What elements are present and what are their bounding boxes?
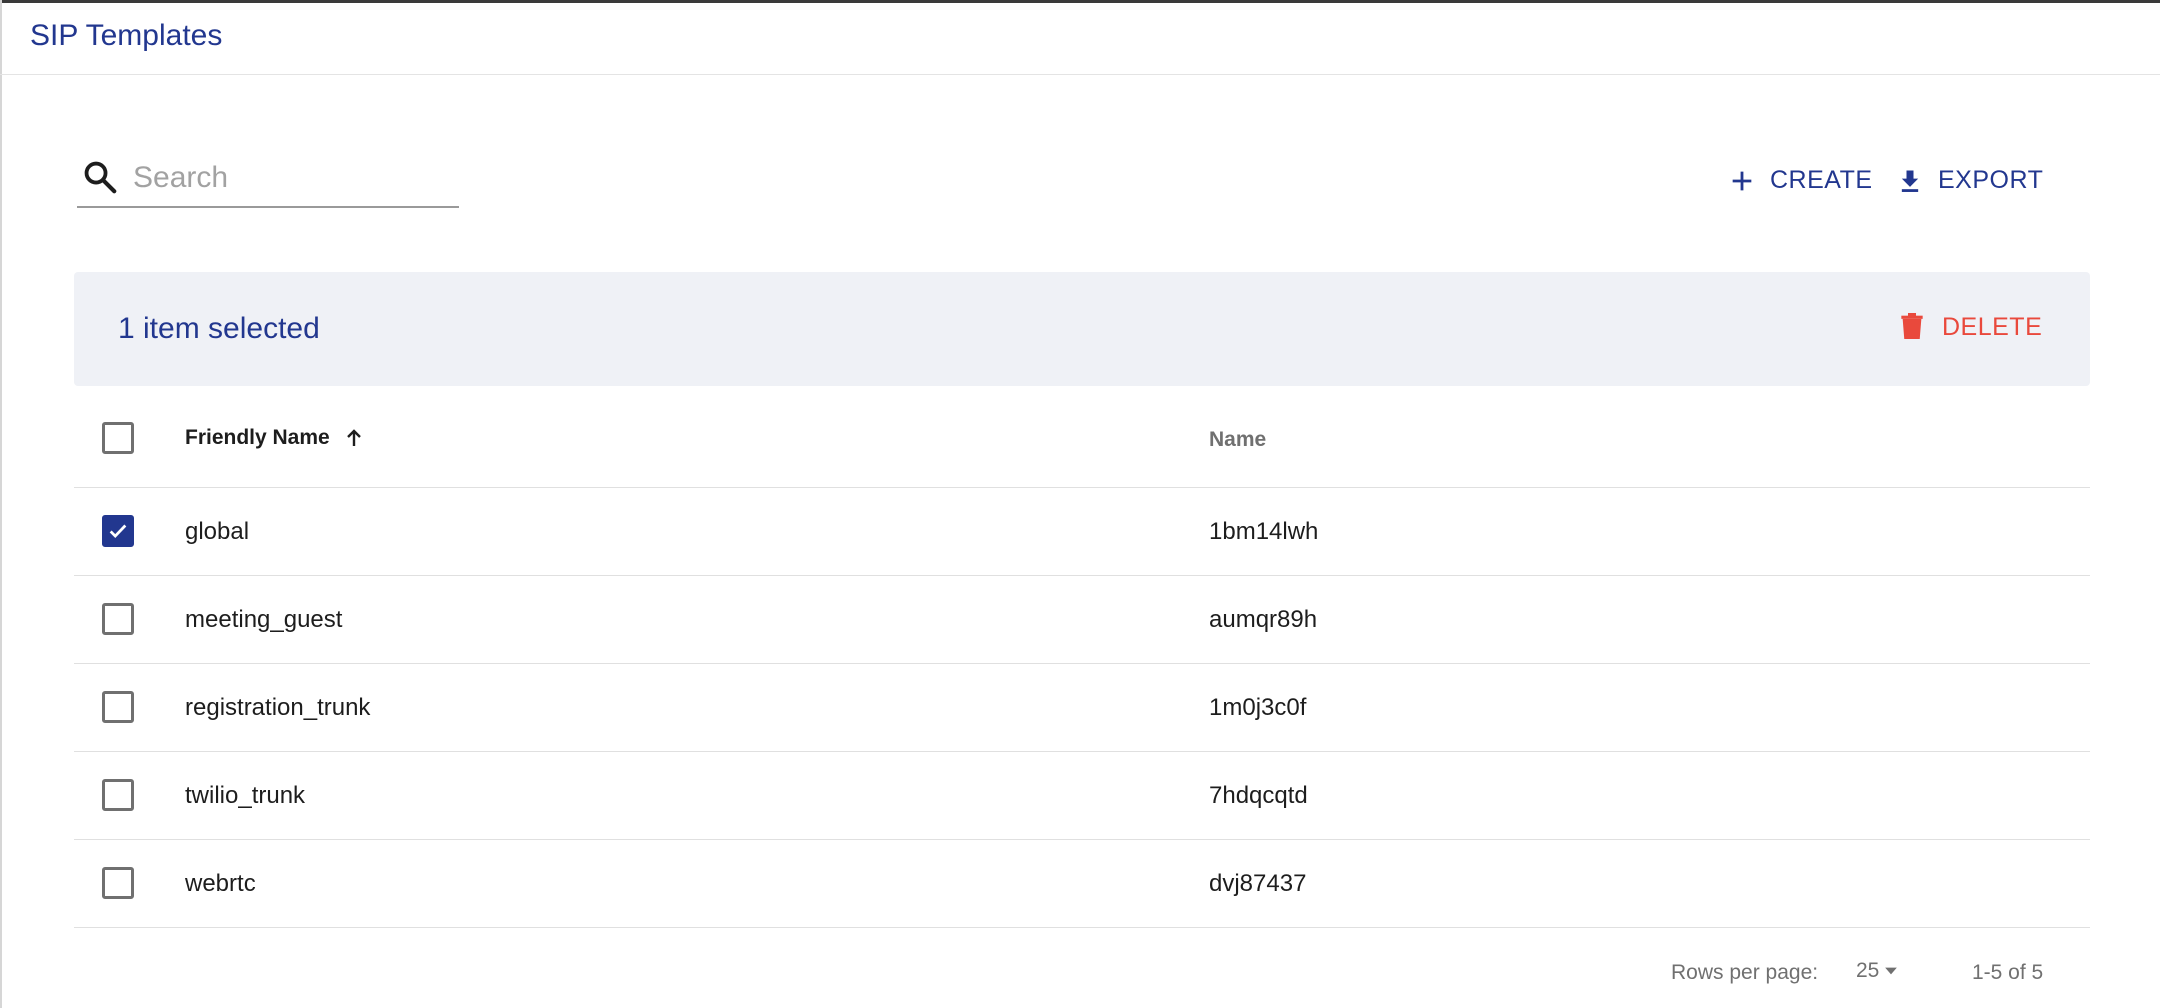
delete-button-label: DELETE <box>1942 312 2043 341</box>
row-checkbox[interactable] <box>102 779 134 811</box>
friendly-name-cell: registration_trunk <box>185 694 371 721</box>
name-cell: aumqr89h <box>1209 606 1318 633</box>
column-header-friendly-name-label: Friendly Name <box>185 426 330 449</box>
table-row[interactable]: registration_trunk 1m0j3c0f <box>74 664 2090 752</box>
row-checkbox[interactable] <box>102 603 134 635</box>
column-header-name[interactable]: Name <box>1209 428 1266 452</box>
table-row[interactable]: meeting_guest aumqr89h <box>74 576 2090 664</box>
page-header: SIP Templates <box>0 3 2160 75</box>
plus-icon <box>1732 171 1752 190</box>
checkmark-icon <box>109 524 127 539</box>
column-header-friendly-name[interactable]: Friendly Name <box>185 426 366 450</box>
search-icon <box>84 161 117 194</box>
name-cell: 1bm14lwh <box>1209 518 1319 545</box>
caret-down-icon <box>1885 967 1898 975</box>
create-button-label: CREATE <box>1770 166 1873 194</box>
row-checkbox[interactable] <box>102 867 134 899</box>
window-left-border <box>0 0 2 1008</box>
pagination-footer: Rows per page: 25 1-5 of 5 <box>0 955 2160 995</box>
row-checkbox[interactable] <box>102 515 134 547</box>
selection-count: 1 item selected <box>118 312 320 345</box>
friendly-name-cell: meeting_guest <box>185 606 343 633</box>
friendly-name-cell: twilio_trunk <box>185 782 306 809</box>
download-icon <box>1901 170 1919 192</box>
delete-button[interactable]: DELETE <box>1896 310 2042 344</box>
name-cell: 7hdqcqtd <box>1209 782 1308 809</box>
name-cell: 1m0j3c0f <box>1209 694 1307 721</box>
table-header-row: Friendly Name Name <box>74 400 2090 488</box>
trash-icon <box>1901 313 1923 339</box>
search-input[interactable] <box>133 156 453 200</box>
export-button-label: EXPORT <box>1938 166 2044 194</box>
table-row[interactable]: twilio_trunk 7hdqcqtd <box>74 752 2090 840</box>
rows-per-page-label: Rows per page: <box>1671 961 1819 984</box>
search-field[interactable] <box>77 152 459 208</box>
table-row[interactable]: global 1bm14lwh <box>74 488 2090 576</box>
select-all-checkbox[interactable] <box>102 422 134 454</box>
rows-per-page-value: 25 <box>1856 959 1880 982</box>
rows-per-page-select[interactable]: 25 <box>1856 959 1901 983</box>
table-row[interactable]: webrtc dvj87437 <box>74 840 2090 928</box>
create-button[interactable]: CREATE <box>1728 166 1873 195</box>
friendly-name-cell: global <box>185 518 250 545</box>
selection-toolbar: 1 item selected <box>74 272 2090 386</box>
friendly-name-cell: webrtc <box>185 870 256 897</box>
templates-table: Friendly Name Name global 1bm14lwh meeti… <box>74 400 2090 928</box>
name-cell: dvj87437 <box>1209 870 1307 897</box>
export-button[interactable]: EXPORT <box>1896 166 2043 195</box>
row-checkbox[interactable] <box>102 691 134 723</box>
pagination-range: 1-5 of 5 <box>1972 961 2044 984</box>
page-title: SIP Templates <box>30 19 223 52</box>
sort-ascending-icon <box>346 429 361 446</box>
